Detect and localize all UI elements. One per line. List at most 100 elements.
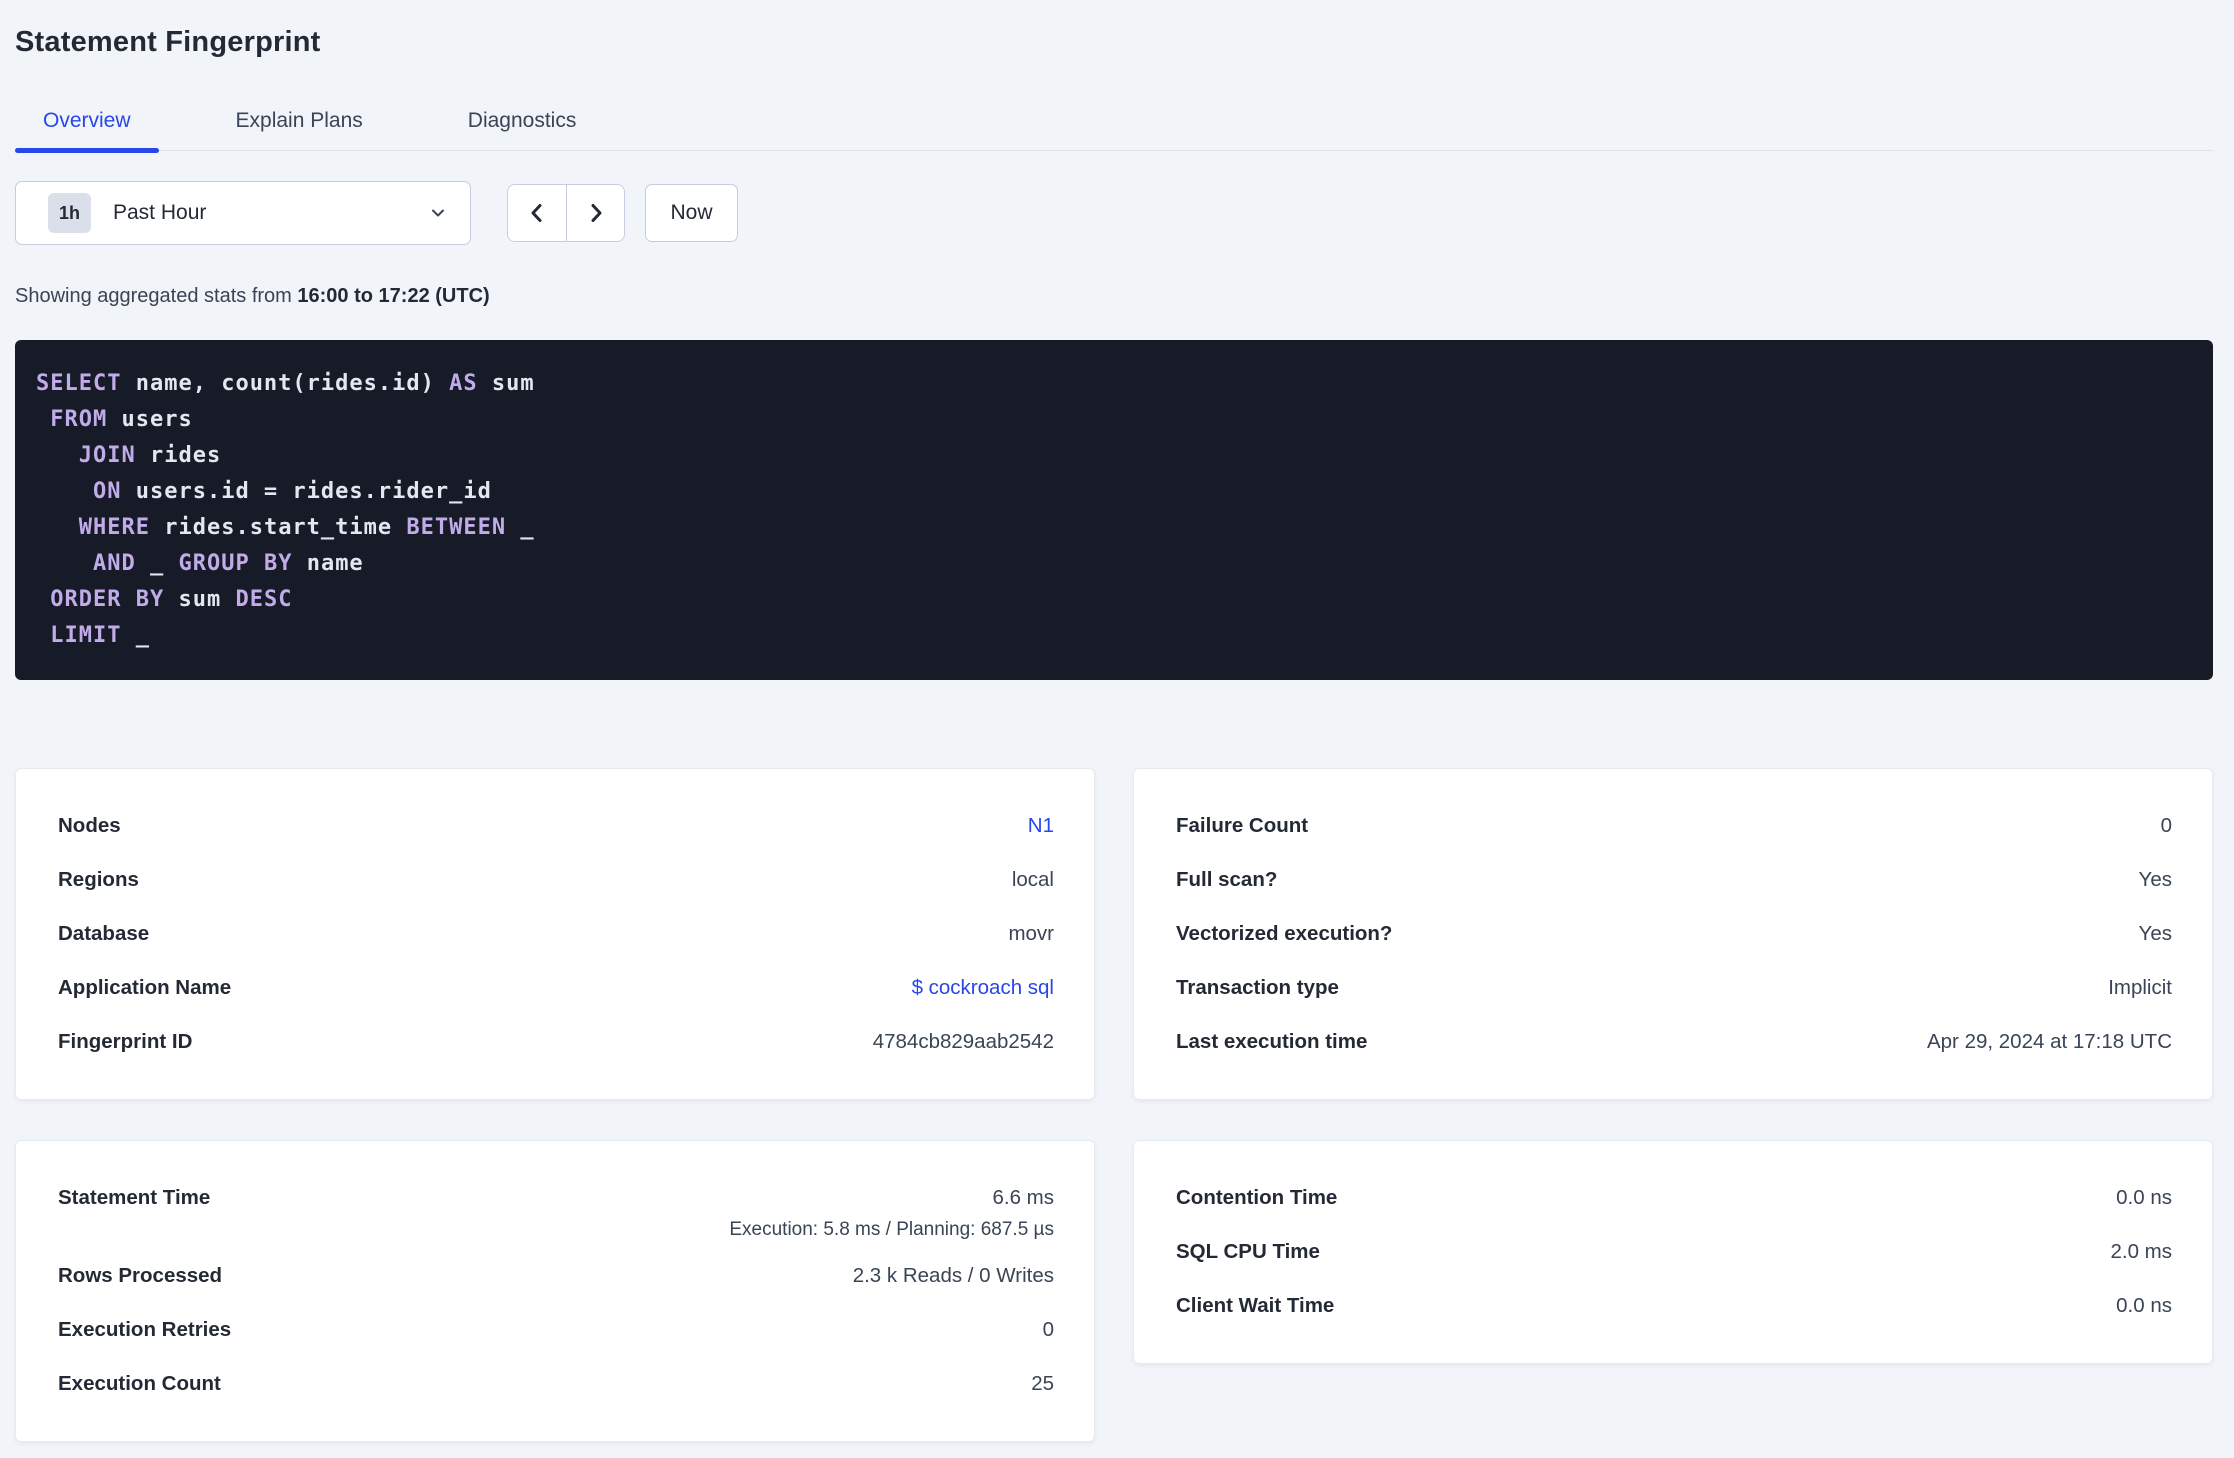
sql-line: JOIN rides bbox=[36, 438, 2189, 474]
sql-token: sum bbox=[164, 587, 236, 612]
stat-value-link[interactable]: $ cockroach sql bbox=[912, 976, 1054, 1000]
stat-label: Failure Count bbox=[1176, 814, 1309, 837]
stat-label: Application Name bbox=[58, 976, 232, 999]
stat-row: Rows Processed 2.3 k Reads / 0 Writes bbox=[58, 1249, 1054, 1303]
time-range-label: Past Hour bbox=[113, 201, 207, 224]
time-nav-button-group bbox=[507, 184, 625, 242]
statement-stats-card: Statement Time 6.6 ms Execution: 5.8 ms / … bbox=[15, 1140, 1095, 1442]
tab-overview-label: Overview bbox=[43, 109, 131, 132]
sql-keyword: FROM bbox=[50, 407, 108, 432]
overview-details-card: Nodes N1 Regions local Database movr Applicati… bbox=[15, 768, 1095, 1100]
tab-explain-plans[interactable]: Explain Plans bbox=[208, 107, 391, 150]
stat-row: Execution Retries 0 bbox=[58, 1303, 1054, 1357]
stat-row: Fingerprint ID 4784cb829aab2542 bbox=[58, 1015, 1054, 1069]
sql-keyword: BETWEEN bbox=[406, 515, 507, 540]
stat-value-link[interactable]: N1 bbox=[1028, 814, 1054, 838]
next-time-button[interactable] bbox=[566, 185, 624, 241]
sql-keyword: ON bbox=[92, 479, 122, 504]
stat-row: SQL CPU Time 2.0 ms bbox=[1176, 1225, 2172, 1279]
stat-label: SQL CPU Time bbox=[1176, 1240, 1320, 1263]
stat-value: 0.0 ns bbox=[2116, 1294, 2172, 1317]
aggregated-stats-note: Showing aggregated stats from 16:00 to 1… bbox=[15, 285, 2213, 307]
stat-value: Apr 29, 2024 at 17:18 UTC bbox=[1926, 1030, 2172, 1053]
execution-attributes-card: Failure Count 0 Full scan? Yes Vectorized ex… bbox=[1133, 768, 2213, 1100]
stat-row: Execution Count 25 bbox=[58, 1357, 1054, 1411]
statement-fingerprint-page: Statement Fingerprint Overview Explain P… bbox=[0, 0, 2234, 1442]
sql-keyword: WHERE bbox=[78, 515, 150, 540]
stat-label: Statement Time bbox=[58, 1186, 211, 1209]
stat-subvalue: Execution: 5.8 ms / Planning: 687.5 µs bbox=[729, 1219, 1054, 1240]
time-range-badge: 1h bbox=[48, 193, 91, 233]
aggregated-stats-note-prefix: Showing aggregated stats from bbox=[15, 285, 298, 307]
sql-line: LIMIT _ bbox=[36, 618, 2189, 654]
sql-token: rides bbox=[135, 443, 222, 468]
sql-token: _ bbox=[506, 515, 535, 540]
stat-value: Yes bbox=[2138, 922, 2172, 945]
sql-line: ORDER BY sum DESC bbox=[36, 582, 2189, 618]
sql-keyword: SELECT bbox=[36, 371, 122, 396]
stat-row: Failure Count 0 bbox=[1176, 799, 2172, 853]
stat-row: Client Wait Time 0.0 ns bbox=[1176, 1279, 2172, 1333]
stat-label: Contention Time bbox=[1176, 1186, 1338, 1209]
stat-value: 2.0 ms bbox=[2110, 1240, 2172, 1263]
stat-value: movr bbox=[1008, 922, 1054, 945]
stat-label: Client Wait Time bbox=[1176, 1294, 1335, 1317]
stat-value: 0 bbox=[2160, 814, 2172, 837]
sql-token: users.id = rides.rider_id bbox=[121, 479, 492, 504]
stats-cards-grid: Nodes N1 Regions local Database movr Applicati… bbox=[15, 768, 2213, 1442]
tab-overview[interactable]: Overview bbox=[15, 107, 159, 153]
time-controls: 1h Past Hour Now bbox=[15, 181, 2213, 245]
stat-row: Application Name $ cockroach sql bbox=[58, 961, 1054, 1015]
stat-row: Regions local bbox=[58, 853, 1054, 907]
page-title: Statement Fingerprint bbox=[15, 26, 321, 58]
sql-token: _ bbox=[135, 551, 179, 576]
sql-keyword: ORDER BY bbox=[50, 587, 165, 612]
stat-label: Nodes bbox=[58, 814, 121, 837]
stat-value: local bbox=[1011, 868, 1054, 891]
stat-row: Contention Time 0.0 ns bbox=[1176, 1171, 2172, 1225]
time-range-dropdown[interactable]: 1h Past Hour bbox=[15, 181, 471, 245]
now-button[interactable]: Now bbox=[645, 184, 738, 242]
aggregated-stats-note-range: 16:00 to 17:22 (UTC) bbox=[297, 285, 490, 307]
stat-label: Transaction type bbox=[1176, 976, 1339, 999]
stat-value: 2.3 k Reads / 0 Writes bbox=[852, 1264, 1054, 1287]
chevron-left-icon bbox=[531, 204, 542, 222]
sql-keyword: LIMIT bbox=[50, 623, 122, 648]
stat-value: Implicit bbox=[2108, 976, 2172, 999]
stat-row: Last execution time Apr 29, 2024 at 17:18… bbox=[1176, 1015, 2172, 1069]
stat-value: 4784cb829aab2542 bbox=[872, 1030, 1054, 1053]
sql-token: name, count(rides.id) bbox=[121, 371, 450, 396]
stat-row: Transaction type Implicit bbox=[1176, 961, 2172, 1015]
stat-label: Execution Retries bbox=[58, 1318, 232, 1341]
stat-label: Execution Count bbox=[58, 1372, 221, 1395]
tab-diagnostics-label: Diagnostics bbox=[467, 109, 577, 132]
sql-statement-box: SELECT name, count(rides.id) AS sum FROM… bbox=[15, 340, 2213, 680]
chevron-right-icon bbox=[591, 204, 601, 222]
stat-row: Vectorized execution? Yes bbox=[1176, 907, 2172, 961]
stat-label: Regions bbox=[58, 868, 139, 891]
sql-token: sum bbox=[477, 371, 535, 396]
stat-row: Nodes N1 bbox=[58, 799, 1054, 853]
sql-token: users bbox=[107, 407, 193, 432]
stat-label: Database bbox=[58, 922, 150, 945]
stat-value: Yes bbox=[2138, 868, 2172, 891]
chevron-down-icon bbox=[432, 209, 444, 217]
sql-keyword: JOIN bbox=[78, 443, 136, 468]
tab-explain-plans-label: Explain Plans bbox=[235, 109, 363, 132]
sql-keyword: AND bbox=[92, 551, 136, 576]
sql-line: ON users.id = rides.rider_id bbox=[36, 474, 2189, 510]
stat-label: Vectorized execution? bbox=[1176, 922, 1393, 945]
tab-diagnostics[interactable]: Diagnostics bbox=[440, 107, 605, 150]
stat-label: Fingerprint ID bbox=[58, 1030, 193, 1053]
stat-label: Rows Processed bbox=[58, 1264, 223, 1287]
time-stats-card: Contention Time 0.0 ns SQL CPU Time 2.0 ms C… bbox=[1133, 1140, 2213, 1364]
sql-keyword: AS bbox=[449, 371, 478, 396]
sql-token: rides.start_time bbox=[149, 515, 407, 540]
prev-time-button[interactable] bbox=[508, 185, 566, 241]
sql-line: FROM users bbox=[36, 402, 2189, 438]
